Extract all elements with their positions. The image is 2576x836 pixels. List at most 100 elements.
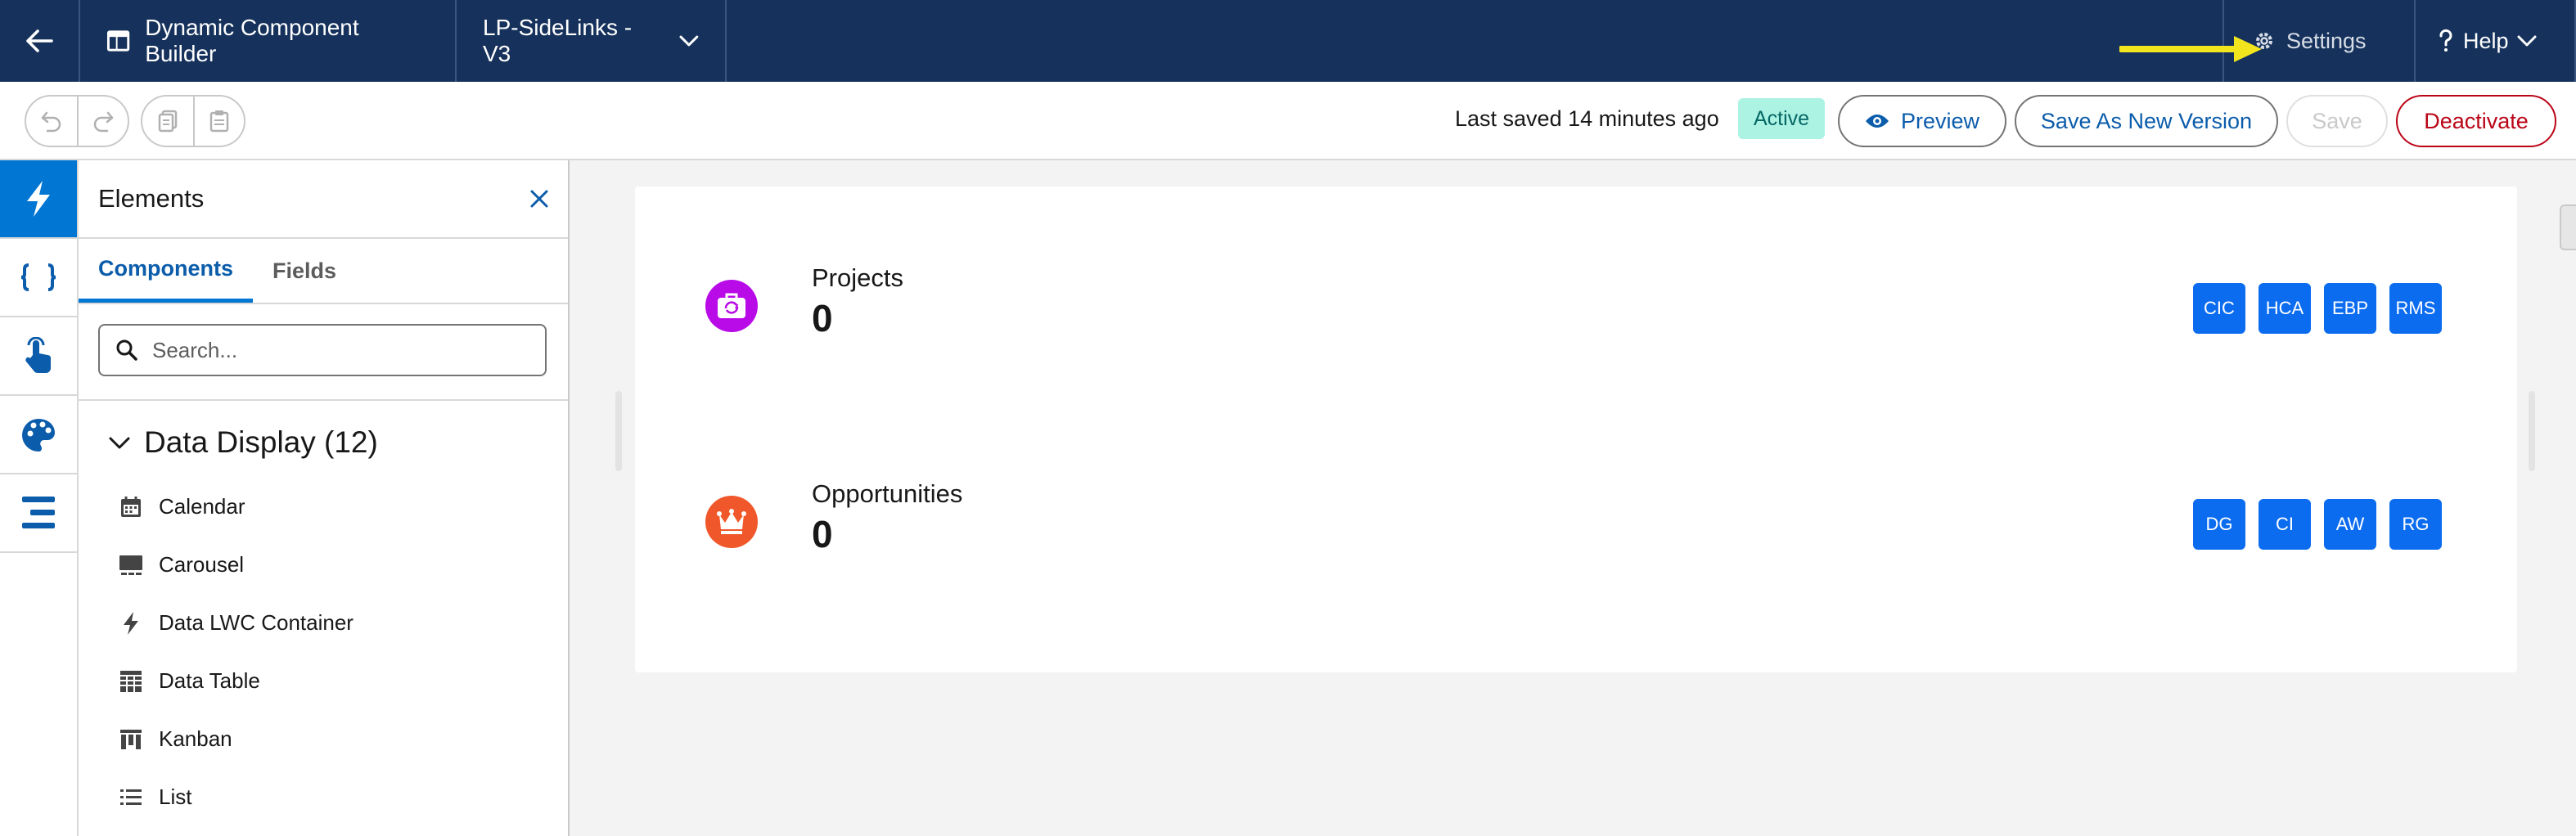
section-title: Data Display (12) [144,425,378,459]
builder-toolbar: Last saved 14 minutes ago Active Preview… [0,82,2576,160]
chip-button[interactable]: HCA [2259,283,2311,334]
metric-label: Opportunities [812,479,963,508]
tab-components[interactable]: Components [79,239,253,303]
element-data-table[interactable]: Data Table [118,652,568,710]
last-saved-text: Last saved 14 minutes ago [1455,106,1719,131]
panel-tabs: Components Fields [79,239,568,304]
metric-value: 0 [812,297,833,339]
chevron-down-icon [109,437,130,449]
app-header: Dynamic Component Builder LP-SideLinks -… [0,0,2576,82]
preview-label: Preview [1900,108,1980,133]
preview-button[interactable]: Preview [1838,95,2006,147]
help-label: Help [2463,28,2509,53]
element-data-lwc-container[interactable]: Data LWC Container [118,594,568,652]
chip-button[interactable]: EBP [2324,283,2376,334]
rail-layout[interactable] [0,474,77,553]
undo-redo-group [25,95,129,147]
copy-button[interactable] [142,97,193,146]
calendar-icon [121,496,141,517]
save-as-new-version-label: Save As New Version [2040,108,2253,133]
chip-button[interactable]: RMS [2389,283,2442,334]
undo-icon [41,111,61,133]
kanban-icon [120,729,142,749]
left-icon-rail [0,160,79,836]
redo-button[interactable] [77,97,128,146]
element-label: Data Table [159,668,260,693]
annotation-arrow [2119,36,2262,62]
metric-row-opportunities[interactable]: Opportunities 0 DG CI AW RG [635,466,2517,581]
redo-icon [93,111,114,133]
app-title: Dynamic Component Builder [80,0,457,82]
resize-handle-left[interactable] [615,391,622,471]
deactivate-label: Deactivate [2424,108,2529,133]
palette-icon [22,419,56,452]
projects-icon [705,280,758,332]
element-list[interactable]: List [118,768,568,826]
chip-button[interactable]: CIC [2193,283,2245,334]
list-icon [120,789,142,805]
back-button[interactable] [0,0,80,82]
search-icon [116,339,137,361]
chip-button[interactable]: AW [2324,499,2376,550]
element-label: Carousel [159,552,245,577]
deactivate-button[interactable]: Deactivate [2396,95,2556,147]
eye-icon [1865,115,1889,128]
chip-button[interactable]: CI [2259,499,2311,550]
save-button[interactable]: Save [2286,95,2388,147]
save-label: Save [2312,108,2362,133]
crown-icon [705,496,758,548]
curly-braces-icon [20,263,56,291]
rail-interactions[interactable] [0,317,77,396]
help-icon [2439,29,2452,52]
element-carousel[interactable]: Carousel [118,536,568,594]
lightning-icon [27,181,50,217]
back-arrow-icon [26,29,53,52]
chip-button[interactable]: RG [2389,499,2442,550]
metric-value: 0 [812,513,833,555]
copy-icon [158,110,178,133]
clipboard-icon [209,110,229,133]
resize-handle-right[interactable] [2529,391,2535,471]
version-label: LP-SideLinks - V3 [483,15,633,66]
rail-styles[interactable] [0,396,77,474]
clipboard-group [141,95,245,147]
touch-icon [25,337,52,373]
rail-code[interactable] [0,239,77,317]
lightning-icon [124,611,138,635]
table-icon [120,670,142,692]
save-as-new-version-button[interactable]: Save As New Version [2015,95,2278,147]
component-preview-card[interactable]: Projects 0 CIC HCA EBP RMS Opportunities… [635,187,2517,672]
version-selector[interactable]: LP-SideLinks - V3 [457,0,727,82]
help-menu[interactable]: Help [2416,0,2576,82]
chip-group: DG CI AW RG [2193,499,2442,550]
builder-icon [106,30,130,52]
metric-label: Projects [812,263,903,292]
element-label: Data LWC Container [159,610,354,635]
search-area [79,304,568,401]
element-kanban[interactable]: Kanban [118,710,568,768]
search-box [98,324,547,376]
properties-panel-toggle[interactable] [2560,205,2576,250]
panel-header: Elements [79,160,568,239]
panel-title: Elements [98,184,205,213]
section-data-display[interactable]: Data Display (12) [79,401,568,460]
chevron-down-icon [2517,35,2537,47]
paste-button[interactable] [193,97,244,146]
chip-button[interactable]: DG [2193,499,2245,550]
metric-row-projects[interactable]: Projects 0 CIC HCA EBP RMS [635,250,2517,365]
element-label: Calendar [159,494,245,519]
undo-button[interactable] [26,97,77,146]
close-icon[interactable] [530,190,548,208]
element-label: List [159,784,192,809]
settings-label: Settings [2286,28,2367,53]
element-calendar[interactable]: Calendar [118,478,568,536]
tab-fields[interactable]: Fields [253,239,356,303]
status-badge: Active [1738,98,1825,139]
layers-icon [22,497,55,528]
carousel-icon [119,555,142,575]
chip-group: CIC HCA EBP RMS [2193,283,2442,334]
rail-elements[interactable] [0,160,77,239]
elements-list: Calendar Carousel Data LWC Container Dat… [79,460,568,826]
search-input[interactable] [152,337,512,363]
element-label: Kanban [159,726,232,751]
